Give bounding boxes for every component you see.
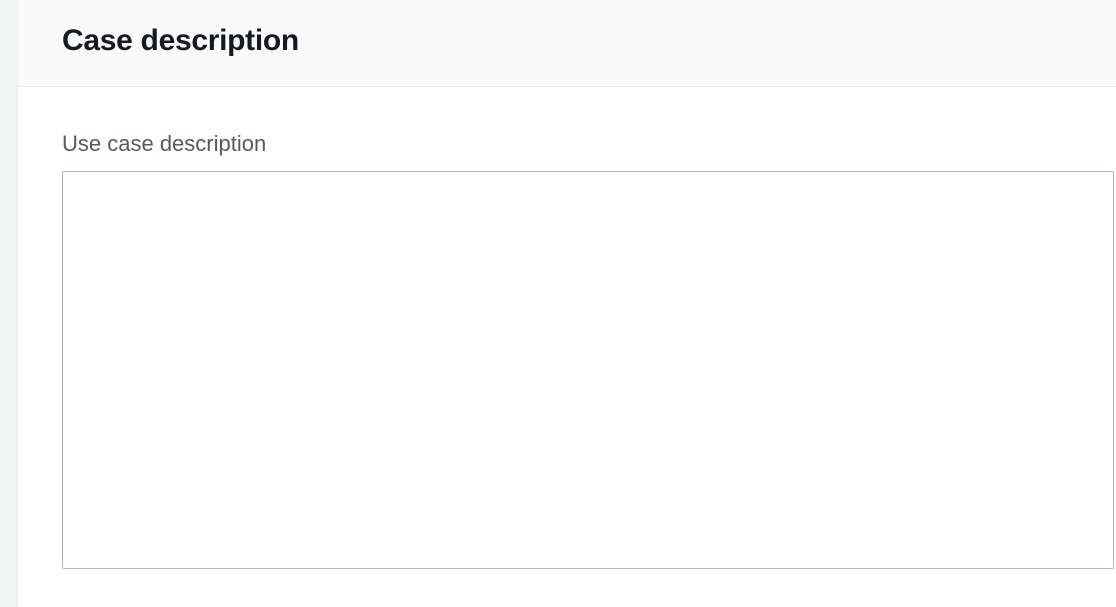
use-case-description-label: Use case description bbox=[62, 131, 1116, 157]
panel-body: Use case description bbox=[18, 87, 1116, 607]
page-container: Case description Use case description bbox=[0, 0, 1116, 607]
panel-title: Case description bbox=[62, 24, 1116, 58]
case-description-panel: Case description Use case description bbox=[18, 0, 1116, 607]
left-rail bbox=[0, 0, 18, 607]
panel-header: Case description bbox=[18, 0, 1116, 87]
use-case-description-input[interactable] bbox=[62, 171, 1114, 569]
